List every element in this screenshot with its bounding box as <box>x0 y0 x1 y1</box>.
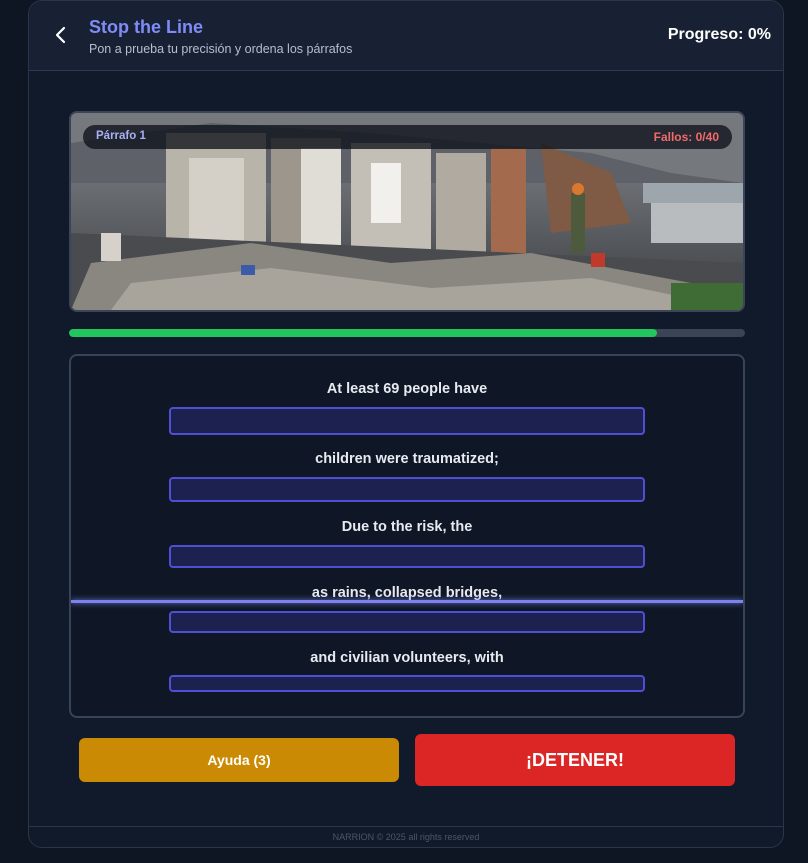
progress-label: Progreso: 0% <box>667 26 771 43</box>
page-subtitle: Pon a prueba tu precisión y ordena los p… <box>89 42 353 56</box>
help-button[interactable]: Ayuda (3) <box>79 738 399 782</box>
sentence-fragment: and civilian volunteers, with <box>310 650 504 666</box>
paragraph-image: Párrafo 1 Fallos: 0/40 <box>69 111 745 312</box>
sentence-fragment: At least 69 people have <box>326 381 488 397</box>
game-card: Stop the Line Pon a prueba tu precisión … <box>28 0 784 848</box>
stop-button[interactable]: ¡DETENER! <box>415 734 735 786</box>
level-progress-bar <box>69 329 745 337</box>
sentence-fragment: children were traumatized; <box>315 451 499 467</box>
answer-slot[interactable] <box>169 545 645 568</box>
page-title: Stop the Line <box>89 17 203 37</box>
level-progress-fill <box>69 329 658 337</box>
fails-counter: Fallos: 0/40 <box>653 130 719 144</box>
chevron-left-icon[interactable] <box>51 25 71 45</box>
answer-slot[interactable] <box>169 477 645 502</box>
header: Stop the Line Pon a prueba tu precisión … <box>29 1 783 71</box>
answer-slot[interactable] <box>169 675 645 692</box>
sentence-board: At least 69 people have children were tr… <box>69 354 745 718</box>
answer-slot[interactable] <box>169 407 645 435</box>
moving-stop-line <box>71 600 743 603</box>
sentence-fragment: Due to the risk, the <box>341 519 473 535</box>
answer-slot[interactable] <box>169 611 645 633</box>
sentence-fragment: as rains, collapsed bridges, <box>311 585 503 601</box>
paragraph-label: Párrafo 1 <box>96 130 146 142</box>
footer-divider <box>29 826 783 827</box>
paragraph-banner: Párrafo 1 Fallos: 0/40 <box>83 125 732 149</box>
footer-text: NARRION © 2025 all rights reserved <box>332 832 480 842</box>
